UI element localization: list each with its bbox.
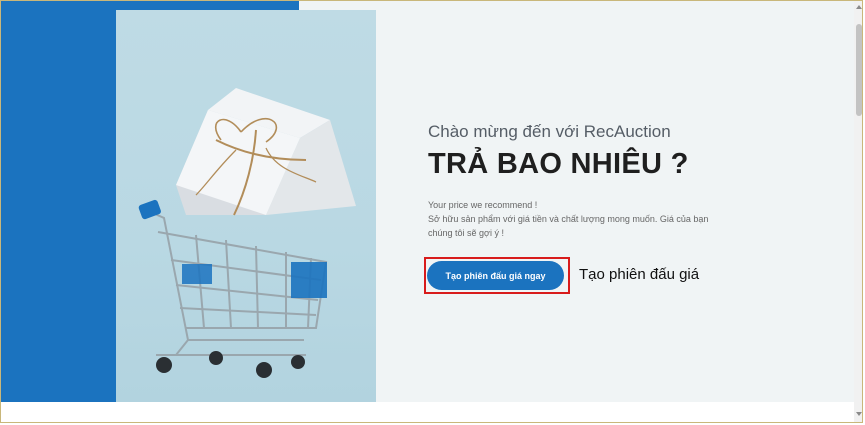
hero-image [116,10,376,402]
description-line: Sở hữu sản phẩm với giá tiền và chất lượ… [428,214,709,224]
page-headline: TRẢ BAO NHIÊU ? [428,148,689,180]
description-line: chúng tôi sẽ gợi ý ! [428,228,504,238]
scroll-up-icon[interactable] [856,5,862,9]
scroll-down-icon[interactable] [856,412,862,416]
annotation-highlight-box [424,257,570,294]
shopping-cart-gift-illustration [138,88,356,378]
gift-box [176,88,356,216]
scrollbar-thumb[interactable] [856,24,862,116]
hero-description: Your price we recommend ! Sở hữu sản phẩ… [428,198,718,240]
annotation-callout: Tạo phiên đấu giá [579,266,700,283]
description-line: Your price we recommend ! [428,200,538,210]
welcome-text: Chào mừng đến với RecAuction [428,122,671,141]
